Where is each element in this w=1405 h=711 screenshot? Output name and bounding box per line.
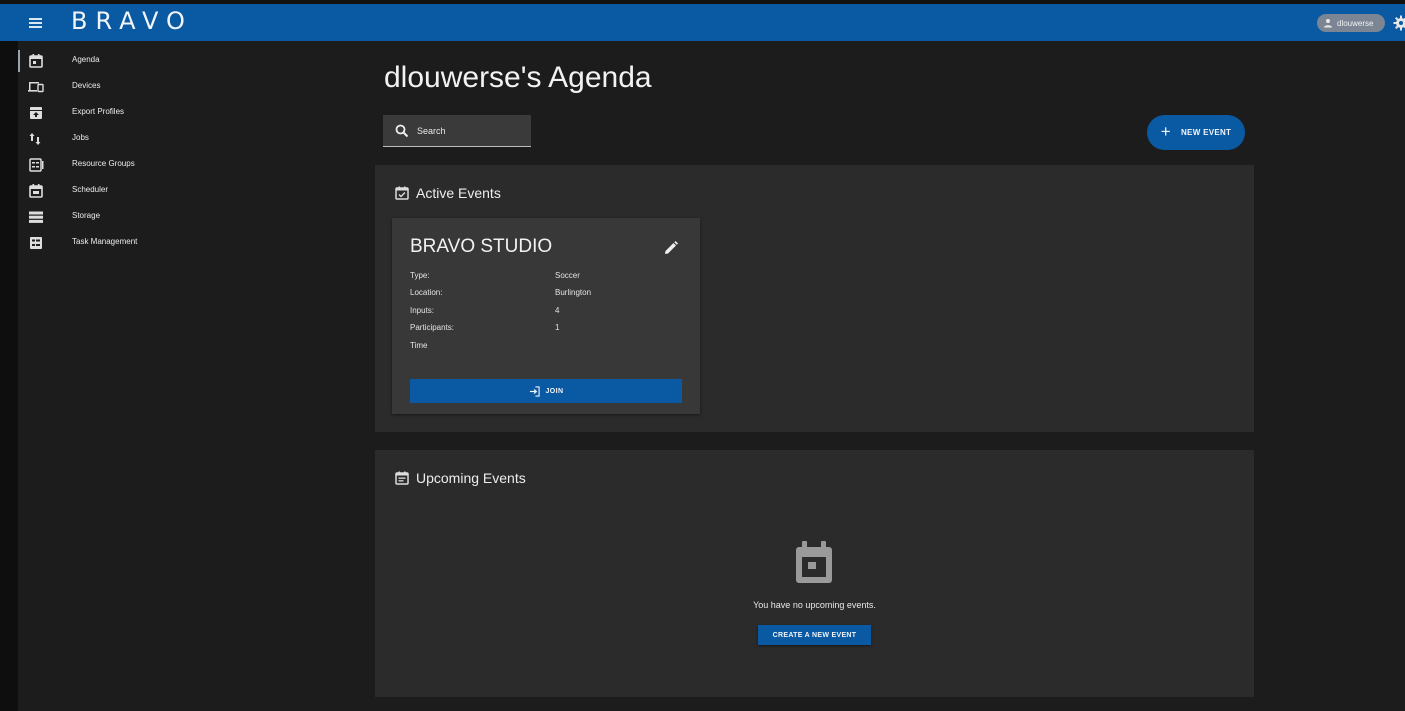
login-icon (529, 385, 540, 397)
main-content: dlouwerse's Agenda Search + NEW EVENT Ac… (375, 41, 1405, 711)
event-card: BRAVO STUDIO Type: Soccer Location: Burl… (392, 218, 700, 414)
sidebar-item-label: Export Profiles (72, 107, 125, 116)
event-card-title: BRAVO STUDIO (410, 236, 553, 257)
sidebar-item-resource-groups[interactable]: Resource Groups (18, 152, 370, 178)
event-field-value: Burlington (555, 288, 592, 297)
sidebar-item-export-profiles[interactable]: Export Profiles (18, 100, 370, 126)
sidebar-item-label: Storage (72, 211, 101, 220)
sidebar-item-label: Agenda (72, 55, 100, 64)
event-field-label: Type: (410, 271, 430, 280)
empty-state-text: You have no upcoming events. (753, 600, 876, 610)
sidebar-item-task-management[interactable]: Task Management (18, 230, 370, 256)
active-events-title: Active Events (416, 185, 501, 201)
calendar-icon (29, 184, 43, 198)
calendar-check-icon (395, 186, 409, 200)
search-icon (395, 124, 409, 137)
storage-icon (29, 211, 43, 223)
devices-icon (28, 82, 44, 93)
search-input[interactable]: Search (383, 115, 531, 147)
sidebar-item-storage[interactable]: Storage (18, 204, 370, 230)
account-icon (1324, 19, 1332, 28)
hamburger-menu-icon[interactable] (25, 12, 47, 34)
sidebar: Agenda Devices Export Profiles Jobs Reso… (18, 41, 370, 711)
event-field-value: Soccer (555, 271, 580, 280)
app-root: BRAVO dlouwerse Agenda Devices Export Pr… (0, 0, 1405, 711)
active-events-heading: Active Events (395, 185, 501, 201)
archive-icon (30, 107, 42, 119)
event-field-value: 4 (555, 306, 560, 315)
plus-icon: + (1160, 122, 1171, 141)
join-label: JOIN (545, 387, 564, 395)
gear-icon[interactable] (1393, 15, 1405, 31)
event-field-label: Inputs: (410, 306, 435, 315)
new-event-button[interactable]: + NEW EVENT (1147, 115, 1245, 150)
swap-vertical-icon (29, 133, 41, 145)
sidebar-item-label: Resource Groups (72, 159, 135, 168)
active-events-panel: Active Events BRAVO STUDIO Type: Soccer … (375, 165, 1254, 432)
resource-groups-icon (29, 158, 44, 172)
sidebar-item-jobs[interactable]: Jobs (18, 126, 370, 152)
task-list-icon (30, 237, 42, 249)
event-field-label: Time (410, 341, 428, 350)
top-edge (0, 0, 1405, 4)
sidebar-item-label: Task Management (72, 237, 138, 246)
top-bar: BRAVO dlouwerse (0, 0, 1405, 41)
calendar-icon (29, 54, 43, 68)
create-new-event-button[interactable]: CREATE A NEW EVENT (758, 625, 871, 645)
user-name: dlouwerse (1337, 18, 1374, 28)
join-button[interactable]: JOIN (410, 379, 682, 403)
upcoming-events-panel: Upcoming Events You have no upcoming eve… (375, 450, 1254, 697)
new-event-label: NEW EVENT (1180, 128, 1232, 137)
sidebar-item-label: Jobs (72, 133, 89, 142)
upcoming-events-heading: Upcoming Events (395, 470, 526, 486)
sidebar-item-devices[interactable]: Devices (18, 74, 370, 100)
event-field-value: 1 (555, 323, 560, 332)
pencil-icon[interactable] (663, 240, 679, 256)
calendar-empty-icon (796, 541, 832, 583)
event-field-label: Participants: (410, 323, 455, 332)
calendar-text-icon (395, 471, 409, 485)
upcoming-events-title: Upcoming Events (416, 470, 526, 486)
page-title: dlouwerse's Agenda (384, 61, 652, 94)
user-chip[interactable]: dlouwerse (1317, 14, 1385, 32)
sidebar-item-agenda[interactable]: Agenda (18, 48, 370, 74)
sidebar-item-label: Devices (72, 81, 101, 90)
event-field-label: Location: (410, 288, 443, 297)
sidebar-item-label: Scheduler (72, 185, 109, 194)
search-placeholder: Search (417, 125, 446, 136)
left-strip (0, 0, 18, 711)
sidebar-item-scheduler[interactable]: Scheduler (18, 178, 370, 204)
app-logo: BRAVO (71, 7, 193, 35)
